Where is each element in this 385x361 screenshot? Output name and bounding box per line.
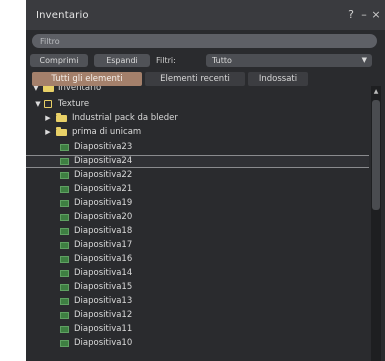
tree-label: Diapositiva20 <box>74 212 133 222</box>
texture-icon <box>60 144 69 151</box>
tree-row-texture[interactable]: Diapositiva11 <box>26 324 369 335</box>
texture-icon <box>60 326 69 333</box>
window-title: Inventario <box>36 10 89 21</box>
filter-select[interactable]: Tutto ▼ <box>206 54 372 67</box>
tree-row-folder[interactable]: ▶ prima di unicam <box>26 127 369 138</box>
tree-label: Diapositiva15 <box>74 282 133 292</box>
filter-input[interactable] <box>40 34 360 48</box>
tree-row-texture[interactable]: Diapositiva19 <box>26 198 369 209</box>
scroll-thumb[interactable] <box>372 100 380 210</box>
tree-label: Diapositiva11 <box>74 324 133 334</box>
tree-row-inventory-root[interactable]: ▼ Inventario <box>26 86 369 94</box>
tab-all-items[interactable]: Tutti gli elementi <box>32 72 142 86</box>
texture-icon <box>60 340 69 347</box>
tree-label: Diapositiva21 <box>74 184 133 194</box>
collapsed-arrow-icon[interactable]: ▶ <box>44 127 52 138</box>
texture-icon <box>60 242 69 249</box>
title-bar[interactable]: Inventario ? – × <box>26 0 385 30</box>
tree-row-folder[interactable]: ▶ Industrial pack da bleder <box>26 113 369 124</box>
texture-icon <box>60 284 69 291</box>
tree-row-texture[interactable]: Diapositiva14 <box>26 268 369 279</box>
tree-row-texture[interactable]: Diapositiva12 <box>26 310 369 321</box>
tree-label: Diapositiva17 <box>74 240 133 250</box>
tree-label: Diapositiva19 <box>74 198 133 208</box>
scroll-up-icon[interactable]: ▲ <box>372 88 380 96</box>
tree-row-texture[interactable]: Diapositiva17 <box>26 240 369 251</box>
tab-worn[interactable]: Indossati <box>248 72 308 86</box>
texture-icon <box>60 200 69 207</box>
filter-field[interactable] <box>32 34 377 48</box>
tree-label: prima di unicam <box>72 127 142 137</box>
tree-label: Diapositiva22 <box>74 170 133 180</box>
tree-label: Industrial pack da bleder <box>72 113 178 123</box>
tree-row-texture[interactable]: Diapositiva20 <box>26 212 369 223</box>
texture-icon <box>60 228 69 235</box>
folder-icon <box>43 86 54 92</box>
tree-label: Diapositiva12 <box>74 310 133 320</box>
expand-arrow-icon[interactable]: ▼ <box>34 99 42 110</box>
chevron-down-icon: ▼ <box>361 56 367 64</box>
help-button[interactable]: ? <box>346 9 356 21</box>
inventory-toolbar: Comprimi Espandi Filtri: Tutto ▼ <box>30 54 381 68</box>
folder-icon <box>56 127 67 136</box>
texture-icon <box>60 158 69 165</box>
texture-icon <box>60 270 69 277</box>
tree-label: Diapositiva10 <box>74 338 133 348</box>
texture-icon <box>60 172 69 179</box>
tree-row-texture[interactable]: Diapositiva15 <box>26 282 369 293</box>
expand-button[interactable]: Espandi <box>94 54 150 67</box>
tree-label: Diapositiva13 <box>74 296 133 306</box>
texture-icon <box>60 256 69 263</box>
inventory-tabs: Tutti gli elementi Elementi recenti Indo… <box>32 72 377 86</box>
texture-folder-icon <box>44 100 52 108</box>
close-button[interactable]: × <box>371 9 381 21</box>
texture-icon <box>60 298 69 305</box>
tree-row-texture[interactable]: Diapositiva23 <box>26 142 369 153</box>
filter-select-value: Tutto <box>212 56 232 65</box>
texture-icon <box>60 214 69 221</box>
expand-arrow-icon[interactable]: ▼ <box>32 86 40 94</box>
filters-label: Filtri: <box>156 56 176 65</box>
tree-row-texture-selected[interactable]: Diapositiva24 <box>26 155 369 168</box>
minimize-button[interactable]: – <box>359 9 369 21</box>
tree-row-texture[interactable]: Diapositiva16 <box>26 254 369 265</box>
tree-row-texture[interactable]: Diapositiva10 <box>26 338 369 349</box>
tree-row-texture[interactable]: Diapositiva22 <box>26 170 369 181</box>
folder-icon <box>56 113 67 122</box>
tree-row-texture[interactable]: Diapositiva13 <box>26 296 369 307</box>
tree-row-texture[interactable]: Diapositiva21 <box>26 184 369 195</box>
tree-label: Diapositiva14 <box>74 268 133 278</box>
tree-row-texture[interactable]: Diapositiva18 <box>26 226 369 237</box>
tree-label: Diapositiva16 <box>74 254 133 264</box>
texture-icon <box>60 186 69 193</box>
inventory-tree: ▼ Inventario ▼ Texture ▶ Industrial pack… <box>26 86 369 361</box>
tab-recent-items[interactable]: Elementi recenti <box>145 72 245 86</box>
tree-label: Diapositiva18 <box>74 226 133 236</box>
collapsed-arrow-icon[interactable]: ▶ <box>44 113 52 124</box>
tree-label: Inventario <box>58 86 102 93</box>
tree-label: Diapositiva24 <box>74 156 133 166</box>
collapse-button[interactable]: Comprimi <box>30 54 88 67</box>
tree-label: Diapositiva23 <box>74 142 133 152</box>
tree-row-textures[interactable]: ▼ Texture <box>26 99 369 110</box>
texture-icon <box>60 312 69 319</box>
tree-scrollbar[interactable]: ▲ <box>371 86 381 361</box>
tree-label: Texture <box>58 99 90 109</box>
inventory-window: Inventario ? – × Comprimi Espandi Filtri… <box>26 0 385 361</box>
